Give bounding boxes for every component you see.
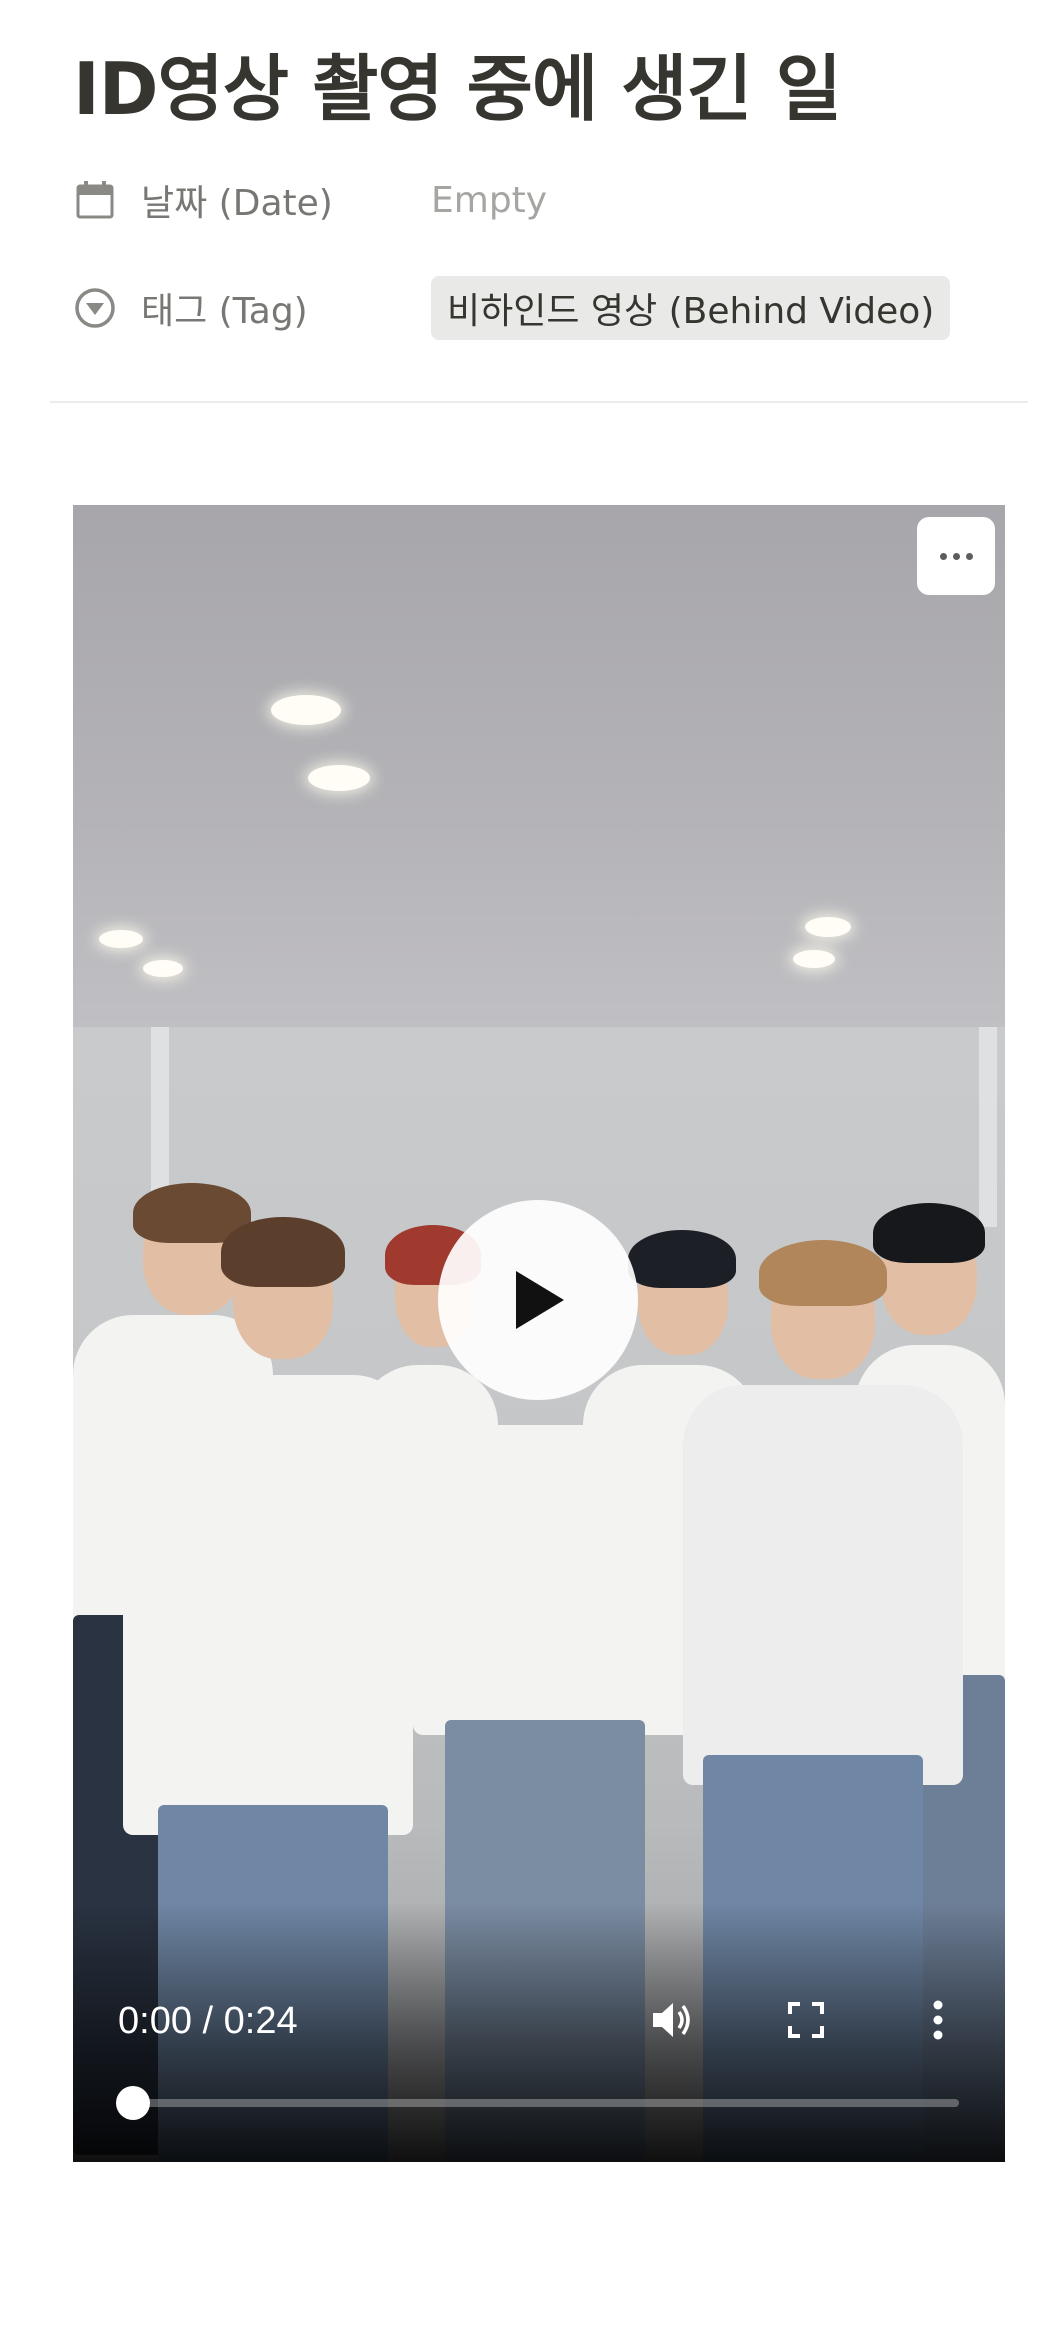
property-value-date[interactable]: Empty xyxy=(431,180,547,221)
video-time-display: 0:00 / 0:24 xyxy=(118,2000,298,2042)
divider xyxy=(50,401,1028,403)
video-more-button[interactable] xyxy=(917,517,995,595)
video-player[interactable]: 0:00 / 0:24 xyxy=(73,505,1005,2162)
calendar-icon xyxy=(73,178,117,222)
page: ID영상 촬영 중에 생긴 일 날짜 (Date) Empty 태그 (Tag)… xyxy=(0,0,1047,2348)
more-vertical-icon xyxy=(933,2000,943,2040)
video-progress-handle[interactable] xyxy=(116,2086,150,2120)
video-options-button[interactable] xyxy=(911,1993,965,2047)
video-progress-bar[interactable] xyxy=(116,2086,959,2120)
property-label-date: 날짜 (Date) xyxy=(141,183,333,224)
tag-chip[interactable]: 비하인드 영상 (Behind Video) xyxy=(431,276,951,340)
play-icon xyxy=(516,1271,564,1329)
fullscreen-button[interactable] xyxy=(779,1993,833,2047)
property-label-tag: 태그 (Tag) xyxy=(141,291,308,332)
more-horizontal-icon xyxy=(939,552,947,560)
property-row-date[interactable]: 날짜 (Date) Empty xyxy=(73,170,547,230)
volume-button[interactable] xyxy=(645,1993,699,2047)
volume-icon xyxy=(653,2003,690,2037)
property-row-tag[interactable]: 태그 (Tag) 비하인드 영상 (Behind Video) xyxy=(73,276,951,340)
select-circle-icon xyxy=(73,286,117,330)
page-title[interactable]: ID영상 촬영 중에 생긴 일 xyxy=(73,30,842,135)
play-button[interactable] xyxy=(438,1200,638,1400)
fullscreen-icon xyxy=(788,2002,824,2038)
